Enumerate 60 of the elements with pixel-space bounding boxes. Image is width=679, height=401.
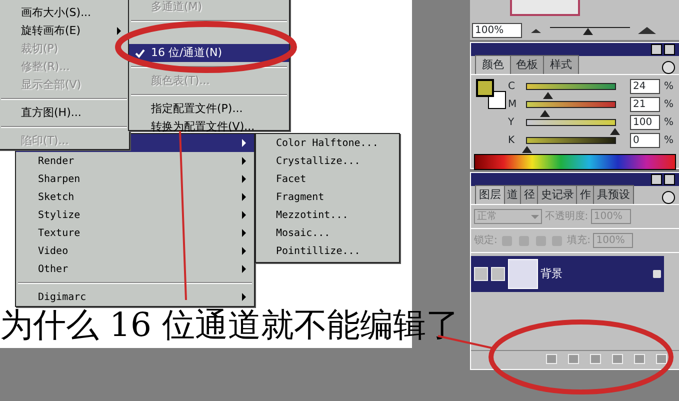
channel-label: M bbox=[508, 98, 518, 112]
menu-item[interactable]: Stylize bbox=[16, 206, 254, 224]
layer-name: 背景 bbox=[540, 266, 562, 282]
menu-item[interactable]: Mosaic... bbox=[256, 224, 399, 242]
menu-item[interactable]: Texture bbox=[16, 224, 254, 242]
color-spectrum-bar[interactable] bbox=[474, 154, 676, 170]
menu-item[interactable]: Facet bbox=[256, 170, 399, 188]
panel-tab[interactable]: 具预设 bbox=[593, 184, 634, 204]
channel-label: Y bbox=[508, 116, 516, 130]
layer-row[interactable]: 背景 bbox=[471, 256, 664, 292]
minimize-button[interactable] bbox=[651, 44, 662, 55]
menu-item[interactable]: Mezzotint... bbox=[256, 206, 399, 224]
caption-text: 为什么 16 位通道就不能编辑了 bbox=[0, 307, 459, 344]
minimize-button[interactable] bbox=[651, 174, 662, 185]
zoom-in-icon[interactable] bbox=[638, 27, 656, 34]
percent-label: % bbox=[664, 116, 674, 130]
menu-item[interactable]: 直方图(H)... bbox=[0, 104, 129, 122]
layer-thumbnail bbox=[508, 259, 538, 289]
menu-item[interactable]: Render bbox=[16, 152, 254, 170]
menu-item[interactable]: 画布大小(S)... bbox=[0, 4, 129, 22]
menu-item[interactable]: 转换为配置文件(V)... bbox=[129, 118, 289, 136]
percent-label: % bbox=[664, 80, 674, 94]
percent-label: % bbox=[664, 98, 674, 112]
menu-item[interactable]: Sharpen bbox=[16, 170, 254, 188]
menu-item[interactable]: Video bbox=[16, 242, 254, 260]
menu-item[interactable]: Crystallize... bbox=[256, 152, 399, 170]
lock-label: 锁定: bbox=[474, 234, 498, 248]
channel-value-field[interactable]: 0 bbox=[630, 133, 660, 148]
slider-thumb[interactable] bbox=[582, 28, 593, 34]
fill-label: 填充: bbox=[567, 234, 590, 248]
zoom-out-icon[interactable] bbox=[530, 28, 541, 32]
channel-label: K bbox=[508, 134, 516, 148]
menu-item[interactable]: Other bbox=[16, 260, 254, 278]
menu-item[interactable]: Pointillize... bbox=[256, 242, 399, 260]
channel-value-field[interactable]: 24 bbox=[630, 79, 660, 94]
channel-label: C bbox=[508, 80, 516, 94]
menu-item[interactable]: 旋转画布(E) bbox=[0, 22, 129, 40]
panel-tab[interactable]: 史记录 bbox=[537, 184, 578, 204]
panel-tab[interactable]: 样式 bbox=[543, 54, 579, 74]
percent-label: % bbox=[664, 134, 674, 148]
opacity-label: 不透明度: bbox=[544, 210, 588, 224]
zoom-field[interactable]: 100% bbox=[472, 23, 522, 38]
channel-value-field[interactable]: 21 bbox=[630, 97, 660, 112]
panel-tab[interactable]: 颜色 bbox=[475, 54, 511, 74]
close-button[interactable] bbox=[664, 44, 675, 55]
menu-item[interactable]: 指定配置文件(P)... bbox=[129, 100, 289, 118]
menu-item[interactable]: Digimarc bbox=[16, 288, 254, 306]
panel-tab[interactable]: 图层 bbox=[475, 184, 505, 204]
panel-menu-button[interactable] bbox=[662, 61, 675, 74]
close-button[interactable] bbox=[664, 174, 675, 185]
checkmark-icon bbox=[135, 48, 145, 58]
navigator-thumbnail bbox=[510, 0, 580, 16]
caret-icon bbox=[531, 214, 539, 218]
menu-item[interactable]: Color Halftone... bbox=[256, 134, 399, 152]
menu-item[interactable]: Fragment bbox=[256, 188, 399, 206]
panel-menu-button[interactable] bbox=[662, 191, 675, 204]
channel-value-field[interactable]: 100 bbox=[630, 115, 660, 130]
menu-item[interactable]: 16 位/通道(N) bbox=[129, 44, 289, 62]
menu-item[interactable]: Sketch bbox=[16, 188, 254, 206]
color-swatches-icon[interactable] bbox=[474, 79, 507, 110]
